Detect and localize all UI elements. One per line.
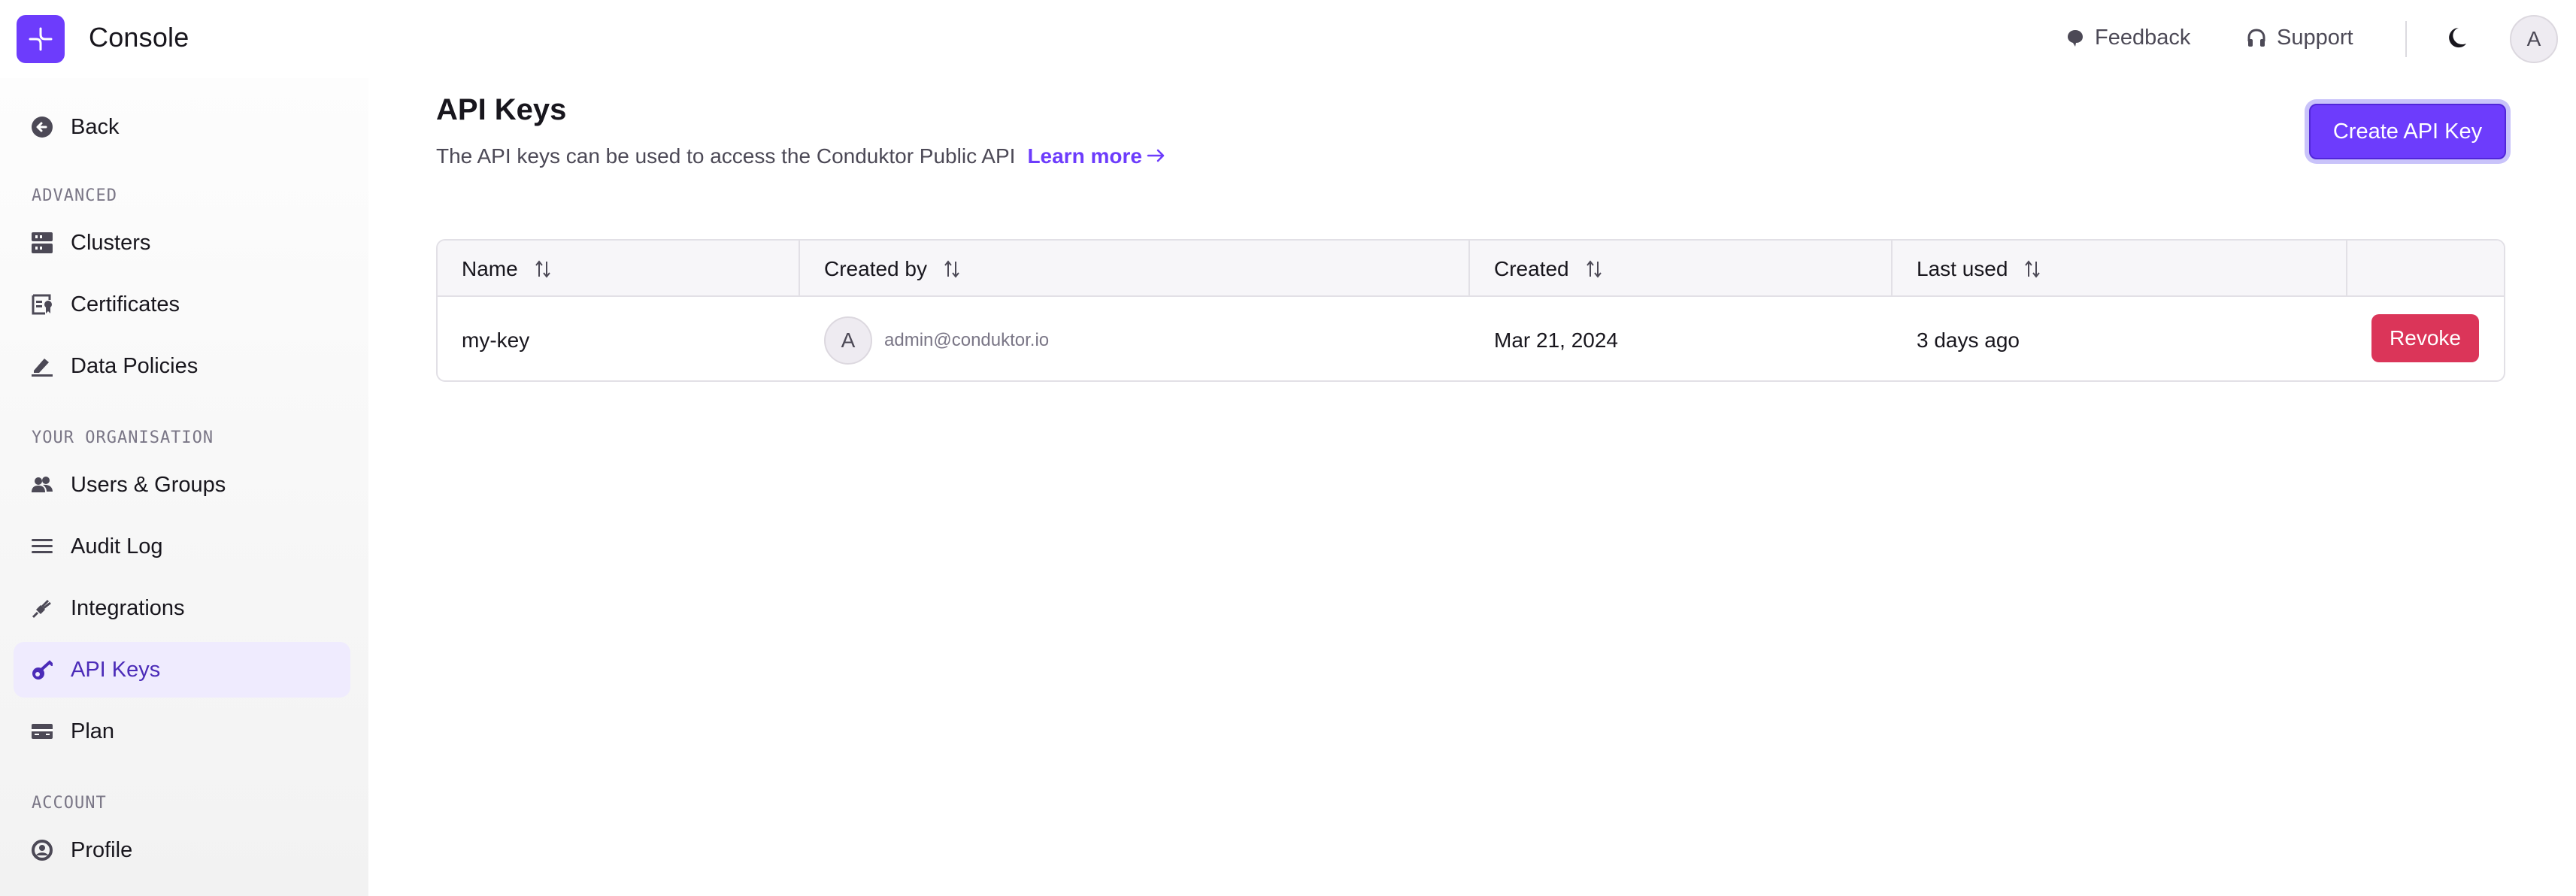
feedback-button[interactable]: Feedback xyxy=(2066,26,2190,50)
header-divider xyxy=(2405,21,2407,57)
column-label: Name xyxy=(462,256,518,280)
headphones-icon xyxy=(2247,28,2266,48)
sidebar-item-label: Clusters xyxy=(71,230,151,255)
credit-card-icon xyxy=(32,721,53,742)
moon-icon xyxy=(2447,26,2471,53)
server-icon xyxy=(32,232,53,253)
sidebar: Back ADVANCED Clusters Certificates Data… xyxy=(0,78,368,896)
learn-more-label: Learn more xyxy=(1027,144,1142,168)
sidebar-item-label: Plan xyxy=(71,719,115,743)
create-api-key-button[interactable]: Create API Key xyxy=(2309,104,2506,159)
column-header-created-by[interactable]: Created by xyxy=(800,241,1470,297)
arrow-right-icon xyxy=(1147,144,1166,168)
cell-last-used: 3 days ago xyxy=(1917,328,2020,352)
column-label: Last used xyxy=(1917,256,2008,280)
section-title-advanced: ADVANCED xyxy=(32,186,117,205)
sort-icon[interactable] xyxy=(1586,259,1602,278)
sidebar-item-api-keys[interactable]: API Keys xyxy=(14,642,350,698)
learn-more-link[interactable]: Learn more xyxy=(1027,144,1166,168)
sidebar-item-profile[interactable]: Profile xyxy=(14,822,350,878)
revoke-button[interactable]: Revoke xyxy=(2371,314,2479,362)
sidebar-item-label: Users & Groups xyxy=(71,472,226,497)
avatar: A xyxy=(824,316,872,365)
sidebar-item-label: Audit Log xyxy=(71,534,163,558)
pen-icon xyxy=(32,356,53,377)
section-title-account: ACCOUNT xyxy=(32,794,107,813)
cell-created: Mar 21, 2024 xyxy=(1494,328,1618,352)
sidebar-item-audit-log[interactable]: Audit Log xyxy=(14,519,350,574)
sidebar-item-plan[interactable]: Plan xyxy=(14,704,350,759)
sidebar-item-label: Profile xyxy=(71,837,133,862)
column-header-last-used[interactable]: Last used xyxy=(1893,241,2347,297)
plug-icon xyxy=(32,598,53,619)
feedback-label: Feedback xyxy=(2095,26,2191,50)
description-text: The API keys can be used to access the C… xyxy=(436,144,1016,168)
key-icon xyxy=(32,659,53,680)
sidebar-item-label: Data Policies xyxy=(71,353,199,378)
sidebar-item-users-groups[interactable]: Users & Groups xyxy=(14,457,350,513)
support-label: Support xyxy=(2277,26,2353,50)
support-button[interactable]: Support xyxy=(2247,26,2353,50)
list-icon xyxy=(32,536,53,557)
arrow-left-circle-icon xyxy=(32,117,53,138)
page-title: API Keys xyxy=(436,93,567,126)
sort-icon[interactable] xyxy=(2024,259,2041,278)
api-keys-table: Name Created by Created Last used my-key… xyxy=(436,239,2505,382)
sidebar-item-data-policies[interactable]: Data Policies xyxy=(14,338,350,394)
sidebar-item-label: Certificates xyxy=(71,292,180,316)
app-title: Console xyxy=(89,22,189,53)
cell-name: my-key xyxy=(462,328,530,352)
sidebar-item-certificates[interactable]: Certificates xyxy=(14,277,350,332)
sidebar-item-integrations[interactable]: Integrations xyxy=(14,580,350,636)
column-header-name[interactable]: Name xyxy=(438,241,800,297)
cell-created-by: A admin@conduktor.io xyxy=(800,298,1050,380)
top-header: Console Feedback Support A xyxy=(0,0,2576,78)
user-circle-icon xyxy=(32,840,53,861)
page-description: The API keys can be used to access the C… xyxy=(436,144,1166,168)
users-icon xyxy=(32,474,53,495)
theme-toggle-button[interactable] xyxy=(2442,23,2475,56)
speech-bubble-icon xyxy=(2066,29,2084,48)
column-label: Created xyxy=(1494,256,1569,280)
user-avatar[interactable]: A xyxy=(2510,15,2558,63)
column-header-created[interactable]: Created xyxy=(1470,241,1893,297)
certificate-icon xyxy=(32,294,53,315)
creator-email: admin@conduktor.io xyxy=(884,329,1050,350)
sort-icon[interactable] xyxy=(944,259,960,278)
sidebar-back-label: Back xyxy=(71,114,120,139)
column-label: Created by xyxy=(824,256,927,280)
conduktor-logo-icon[interactable] xyxy=(17,15,65,63)
sidebar-item-label: Integrations xyxy=(71,595,185,620)
table-header: Name Created by Created Last used xyxy=(438,241,2504,297)
sidebar-item-clusters[interactable]: Clusters xyxy=(14,215,350,271)
table-row: my-key A admin@conduktor.io Mar 21, 2024… xyxy=(438,298,2504,380)
sidebar-item-label: API Keys xyxy=(71,657,161,682)
section-title-organisation: YOUR ORGANISATION xyxy=(32,428,214,447)
sort-icon[interactable] xyxy=(535,259,551,278)
sidebar-back[interactable]: Back xyxy=(14,99,350,155)
column-header-actions xyxy=(2347,241,2504,297)
